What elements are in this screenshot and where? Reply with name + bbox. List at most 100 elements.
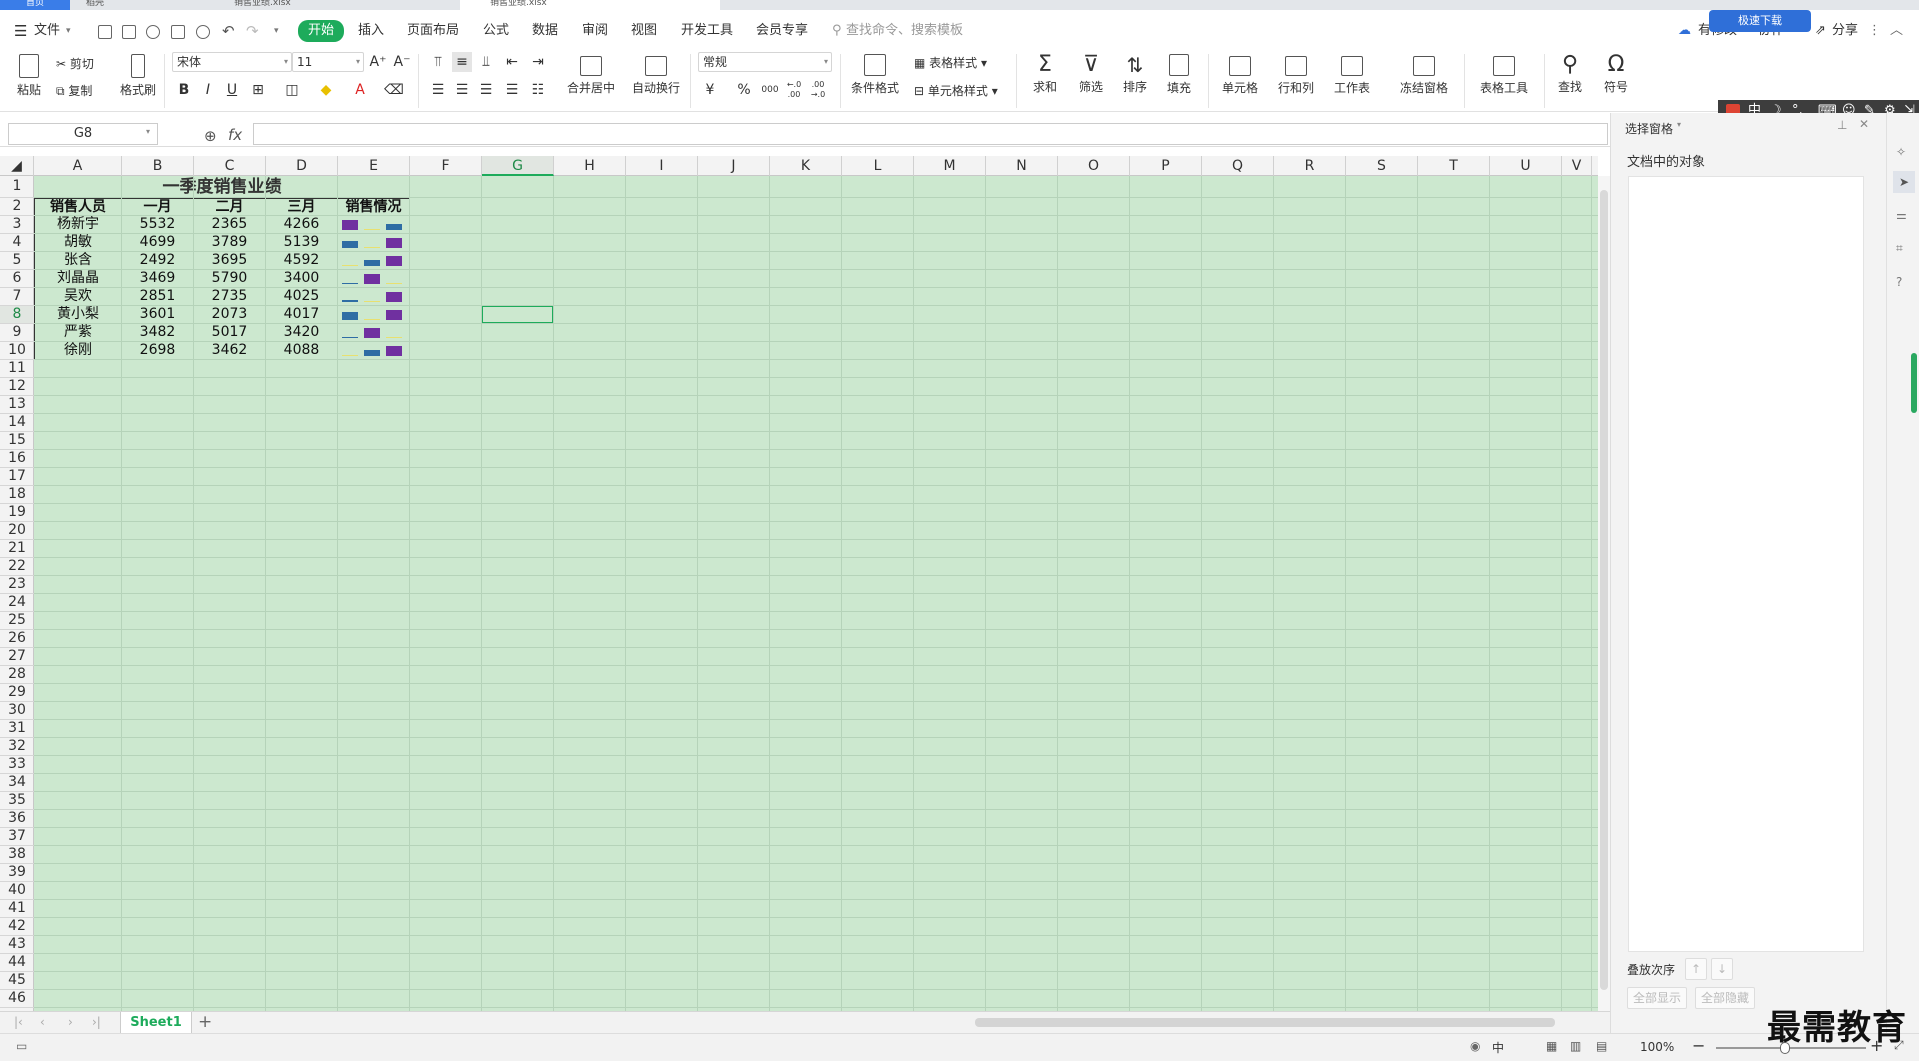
macro-icon[interactable]: ▭ bbox=[16, 1039, 27, 1053]
sum-button[interactable]: Σ 求和 bbox=[1026, 52, 1064, 95]
row-header-13[interactable]: 13 bbox=[0, 396, 34, 414]
copy-button[interactable]: ⧉ 复制 bbox=[56, 82, 92, 99]
cloud-icon[interactable]: ☁ bbox=[1678, 21, 1691, 41]
page-layout-view-icon[interactable]: ▥ bbox=[1570, 1039, 1581, 1053]
table-header-cell[interactable]: 三月 bbox=[266, 198, 338, 216]
distribute-icon[interactable]: ☷ bbox=[528, 80, 548, 100]
column-header-o[interactable]: O bbox=[1058, 156, 1130, 176]
align-center-icon[interactable]: ☰ bbox=[452, 80, 472, 100]
prev-sheet-icon[interactable]: ‹ bbox=[40, 1015, 45, 1029]
paste-button[interactable]: 粘贴 bbox=[12, 52, 46, 98]
print-preview-icon[interactable] bbox=[196, 25, 210, 39]
mar-sales-cell[interactable]: 4592 bbox=[266, 252, 338, 270]
feb-sales-cell[interactable]: 3695 bbox=[194, 252, 266, 270]
chevron-down-icon[interactable]: ▾ bbox=[66, 21, 71, 41]
name-box[interactable]: G8 bbox=[8, 123, 158, 145]
column-header-j[interactable]: J bbox=[698, 156, 770, 176]
jan-sales-cell[interactable]: 3482 bbox=[122, 324, 194, 342]
row-header-35[interactable]: 35 bbox=[0, 792, 34, 810]
cloud-download-badge[interactable]: 极速下载 bbox=[1709, 10, 1811, 32]
sparkline-cell[interactable] bbox=[338, 306, 410, 324]
redo-icon[interactable]: ↷ bbox=[246, 21, 259, 41]
column-header-b[interactable]: B bbox=[122, 156, 194, 176]
column-header-u[interactable]: U bbox=[1490, 156, 1562, 176]
feb-sales-cell[interactable]: 3789 bbox=[194, 234, 266, 252]
align-middle-icon[interactable]: ≡ bbox=[452, 52, 472, 72]
row-header-27[interactable]: 27 bbox=[0, 648, 34, 666]
percent-button[interactable]: % bbox=[734, 80, 754, 100]
more-icon[interactable]: ⋮ bbox=[1868, 21, 1881, 41]
tab-view[interactable]: 视图 bbox=[631, 21, 657, 41]
column-header-d[interactable]: D bbox=[266, 156, 338, 176]
row-header-32[interactable]: 32 bbox=[0, 738, 34, 756]
feb-sales-cell[interactable]: 5790 bbox=[194, 270, 266, 288]
sort-button[interactable]: ⇅ 排序 bbox=[1116, 52, 1154, 95]
tab-review[interactable]: 审阅 bbox=[582, 21, 608, 41]
row-header-18[interactable]: 18 bbox=[0, 486, 34, 504]
font-color-icon[interactable]: A bbox=[350, 80, 370, 100]
column-header-g[interactable]: G bbox=[482, 156, 554, 176]
hamburger-icon[interactable]: ☰ bbox=[14, 21, 27, 41]
column-header-p[interactable]: P bbox=[1130, 156, 1202, 176]
column-header-e[interactable]: E bbox=[338, 156, 410, 176]
collapse-ribbon-icon[interactable]: ︿ bbox=[1890, 21, 1903, 41]
sparkline-cell[interactable] bbox=[338, 252, 410, 270]
column-header-l[interactable]: L bbox=[842, 156, 914, 176]
mar-sales-cell[interactable]: 4017 bbox=[266, 306, 338, 324]
horizontal-scroll-thumb[interactable] bbox=[975, 1018, 1555, 1027]
hide-all-button[interactable]: 全部隐藏 bbox=[1695, 987, 1755, 1009]
column-header-n[interactable]: N bbox=[986, 156, 1058, 176]
row-header-31[interactable]: 31 bbox=[0, 720, 34, 738]
print-icon[interactable] bbox=[171, 25, 185, 39]
share-icon[interactable]: ⇗ bbox=[1815, 21, 1826, 41]
row-header-45[interactable]: 45 bbox=[0, 972, 34, 990]
indent-increase-icon[interactable]: ⇥ bbox=[528, 52, 548, 72]
table-header-cell[interactable]: 销售人员 bbox=[34, 198, 122, 216]
row-header-40[interactable]: 40 bbox=[0, 882, 34, 900]
feb-sales-cell[interactable]: 5017 bbox=[194, 324, 266, 342]
new-file-icon[interactable] bbox=[98, 25, 112, 39]
row-header-25[interactable]: 25 bbox=[0, 612, 34, 630]
row-header-4[interactable]: 4 bbox=[0, 234, 34, 252]
row-header-9[interactable]: 9 bbox=[0, 324, 34, 342]
cell-grid[interactable]: 一季度销售业绩 销售人员 一月 二月 三月 销售情况 杨新宇 5532 2365 4266 胡敏 46… bbox=[34, 176, 1598, 1011]
active-cell-selection[interactable] bbox=[481, 305, 554, 324]
sparkline-cell[interactable] bbox=[338, 216, 410, 234]
row-header-6[interactable]: 6 bbox=[0, 270, 34, 288]
table-header-cell[interactable]: 销售情况 bbox=[338, 198, 410, 216]
row-header-11[interactable]: 11 bbox=[0, 360, 34, 378]
row-header-17[interactable]: 17 bbox=[0, 468, 34, 486]
properties-icon[interactable]: ⚌ bbox=[1896, 208, 1907, 222]
row-header-19[interactable]: 19 bbox=[0, 504, 34, 522]
row-header-39[interactable]: 39 bbox=[0, 864, 34, 882]
fx-button[interactable]: fx bbox=[228, 126, 242, 144]
mar-sales-cell[interactable]: 4025 bbox=[266, 288, 338, 306]
number-format-select[interactable]: 常规 ▾ bbox=[698, 52, 832, 72]
tab-insert[interactable]: 插入 bbox=[358, 21, 384, 41]
sparkline-cell[interactable] bbox=[338, 288, 410, 306]
table-header-cell[interactable]: 一月 bbox=[122, 198, 194, 216]
help-icon[interactable]: ? bbox=[1896, 275, 1902, 289]
font-size-select[interactable]: 11 ▾ bbox=[292, 52, 364, 72]
format-painter-button[interactable]: 格式刷 bbox=[118, 52, 158, 98]
italic-button[interactable]: I bbox=[198, 80, 218, 100]
next-sheet-icon[interactable]: › bbox=[68, 1015, 73, 1029]
row-header-44[interactable]: 44 bbox=[0, 954, 34, 972]
show-all-button[interactable]: 全部显示 bbox=[1627, 987, 1687, 1009]
column-header-k[interactable]: K bbox=[770, 156, 842, 176]
jan-sales-cell[interactable]: 2851 bbox=[122, 288, 194, 306]
salesperson-cell[interactable]: 严紫 bbox=[34, 324, 122, 342]
objects-list[interactable] bbox=[1628, 176, 1864, 952]
row-header-41[interactable]: 41 bbox=[0, 900, 34, 918]
command-search-input[interactable]: 查找命令、搜索模板 bbox=[846, 21, 963, 41]
tab-home[interactable]: 首页 bbox=[0, 0, 70, 10]
normal-view-icon[interactable]: ▦ bbox=[1546, 1039, 1557, 1053]
row-header-37[interactable]: 37 bbox=[0, 828, 34, 846]
decrease-decimal-button[interactable]: .00 →.0 bbox=[808, 80, 828, 100]
rows-cols-button[interactable]: 行和列 bbox=[1272, 52, 1320, 96]
first-sheet-icon[interactable]: |‹ bbox=[14, 1015, 23, 1029]
column-header-f[interactable]: F bbox=[410, 156, 482, 176]
menu-file[interactable]: 文件 bbox=[34, 21, 60, 41]
row-header-16[interactable]: 16 bbox=[0, 450, 34, 468]
row-header-36[interactable]: 36 bbox=[0, 810, 34, 828]
